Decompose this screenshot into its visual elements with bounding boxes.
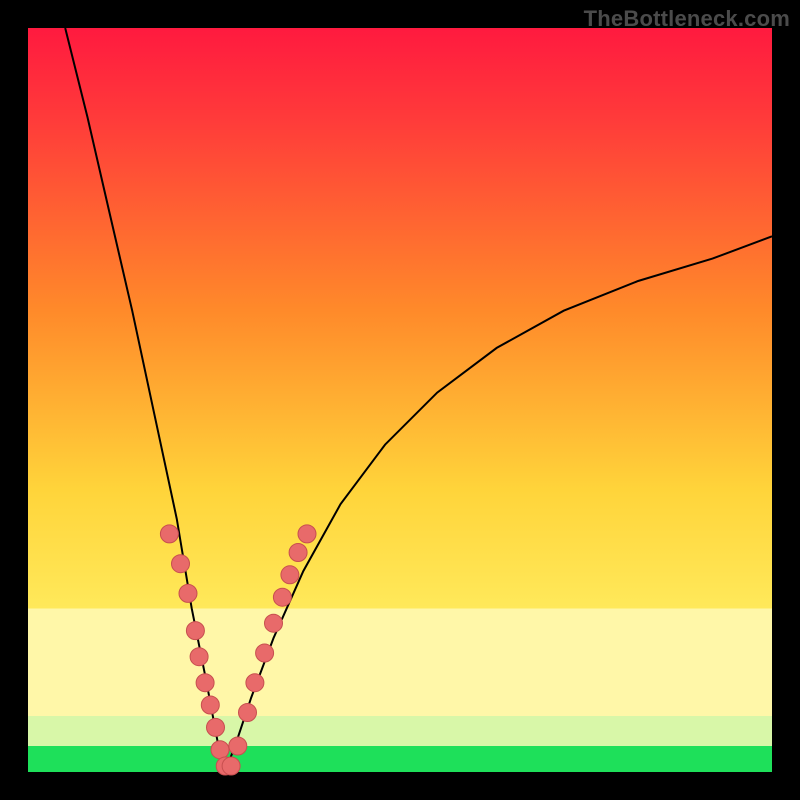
marker-dot <box>186 622 204 640</box>
marker-dot <box>246 674 264 692</box>
marker-dot <box>256 644 274 662</box>
plot-area <box>28 28 772 772</box>
marker-dot <box>273 588 291 606</box>
chart-frame: TheBottleneck.com <box>0 0 800 800</box>
marker-dot <box>289 544 307 562</box>
marker-dot <box>160 525 178 543</box>
marker-dot <box>172 555 190 573</box>
marker-dot <box>229 737 247 755</box>
marker-dot <box>190 648 208 666</box>
marker-dot <box>196 674 214 692</box>
watermark-text: TheBottleneck.com <box>584 6 790 32</box>
marker-dot <box>265 614 283 632</box>
curve-layer <box>28 28 772 772</box>
marker-dot <box>201 696 219 714</box>
marker-dot <box>179 584 197 602</box>
curve-curve-right <box>225 236 772 772</box>
marker-dot <box>298 525 316 543</box>
marker-dot <box>281 566 299 584</box>
marker-dot <box>207 718 225 736</box>
marker-dot <box>222 757 240 775</box>
marker-dot <box>211 741 229 759</box>
marker-dot <box>239 704 257 722</box>
